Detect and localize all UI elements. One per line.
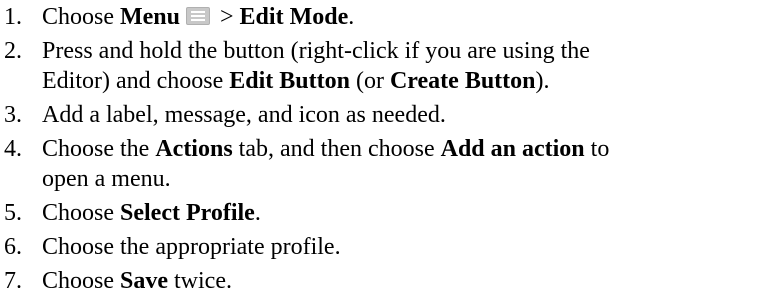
- step-text-end: .: [254, 200, 261, 226]
- step-text: Choose: [42, 200, 120, 226]
- step-2: 2. Press and hold the button (right-clic…: [0, 36, 781, 96]
- add-an-action-term: Add an action: [440, 136, 585, 162]
- step-text: Editor) and choose: [42, 68, 230, 94]
- step-text: tab, and then choose: [232, 136, 441, 162]
- step-text: Choose: [42, 4, 120, 30]
- menu-icon: [186, 7, 210, 25]
- instruction-steps-list: 1. Choose Menu > Edit Mode. 2. Press and…: [0, 0, 781, 300]
- step-number: 5.: [4, 200, 22, 226]
- step-7: 7. Choose Save twice.: [0, 266, 781, 296]
- step-text-end: ).: [535, 68, 550, 94]
- step-text-line-2: open a menu.: [42, 166, 171, 192]
- step-text: Add a label, message, and icon as needed…: [42, 102, 446, 128]
- step-text-end: twice.: [168, 268, 232, 294]
- step-text: Choose the appropriate profile.: [42, 234, 341, 260]
- step-6: 6. Choose the appropriate profile.: [0, 232, 781, 262]
- step-number: 7.: [4, 268, 22, 294]
- edit-mode-term: Edit Mode: [239, 4, 349, 30]
- actions-term: Actions: [155, 136, 233, 162]
- step-number: 6.: [4, 234, 22, 260]
- edit-button-term: Edit Button: [229, 68, 350, 94]
- step-text: (or: [349, 68, 390, 94]
- step-text: to: [584, 136, 610, 162]
- step-text-end: .: [348, 4, 355, 30]
- step-4: 4. Choose the Actions tab, and then choo…: [0, 134, 781, 194]
- step-5: 5. Choose Select Profile.: [0, 198, 781, 228]
- step-number: 2.: [4, 38, 22, 64]
- step-text: Choose: [42, 268, 120, 294]
- create-button-term: Create Button: [389, 68, 536, 94]
- step-1: 1. Choose Menu > Edit Mode.: [0, 2, 781, 32]
- step-number: 3.: [4, 102, 22, 128]
- step-text: Choose the: [42, 136, 156, 162]
- step-text-line-1: Press and hold the button (right-click i…: [42, 38, 590, 64]
- step-number: 4.: [4, 136, 22, 162]
- select-profile-term: Select Profile: [120, 200, 255, 226]
- separator-text: >: [214, 4, 240, 30]
- save-term: Save: [120, 268, 168, 294]
- step-3: 3. Add a label, message, and icon as nee…: [0, 100, 781, 130]
- step-number: 1.: [4, 4, 22, 30]
- menu-term: Menu: [120, 4, 180, 30]
